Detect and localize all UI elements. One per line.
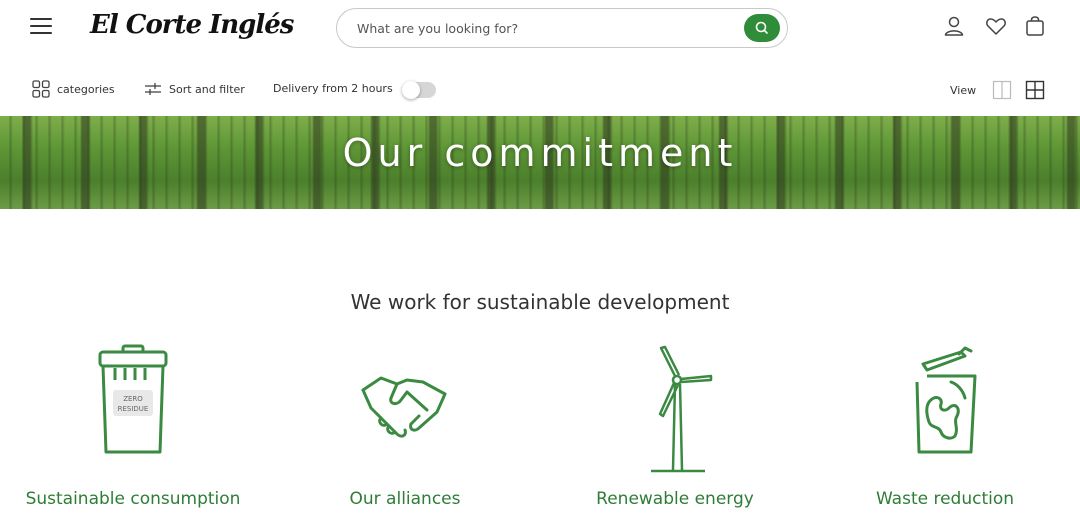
search-bar <box>336 8 788 48</box>
commitment-banner: Our commitment <box>0 116 1080 209</box>
categories-grid-icon <box>32 80 50 98</box>
feature-label: Our alliances <box>349 489 461 509</box>
sort-filter-label: Sort and filter <box>169 82 245 96</box>
view-single-column-button[interactable] <box>992 80 1012 100</box>
feature-label: Renewable energy <box>596 489 754 509</box>
banner-title: Our commitment <box>342 131 738 175</box>
sliders-icon <box>145 83 161 95</box>
feature-waste-reduction[interactable]: Waste reduction <box>830 342 1060 508</box>
view-label: View <box>950 84 977 97</box>
waste-bin-globe-icon <box>915 346 977 454</box>
feature-renewable-energy[interactable]: Renewable energy <box>560 342 790 508</box>
feature-label: Sustainable consumption <box>25 489 241 509</box>
section-title: We work for sustainable development <box>350 290 730 314</box>
bin-label-residue: RESIDUE <box>118 405 149 413</box>
wind-turbine-icon <box>651 345 713 473</box>
wishlist-heart-icon[interactable] <box>984 14 1008 38</box>
product-toolbar: categories Sort and filter Delivery from… <box>0 70 1080 110</box>
user-account-icon[interactable] <box>942 14 966 38</box>
delivery-toggle[interactable] <box>402 81 436 99</box>
categories-label: categories <box>57 82 115 96</box>
site-header: El Corte Inglés <box>0 0 1080 60</box>
hamburger-menu-icon[interactable] <box>30 18 52 38</box>
delivery-label: Delivery from 2 hours <box>273 82 393 95</box>
search-button[interactable] <box>744 14 780 42</box>
recycle-bin-icon: ZERO RESIDUE <box>98 344 168 454</box>
categories-button[interactable]: categories <box>32 80 115 98</box>
delivery-filter: Delivery from 2 hours <box>273 82 393 95</box>
single-column-icon <box>992 80 1012 100</box>
feature-sustainable-consumption[interactable]: ZERO RESIDUE Sustainable consumption <box>18 342 248 508</box>
search-icon <box>755 21 768 34</box>
feature-our-alliances[interactable]: Our alliances <box>290 342 520 508</box>
shopping-bag-icon[interactable] <box>1023 14 1047 38</box>
search-input[interactable] <box>357 18 737 38</box>
view-grid-button[interactable] <box>1025 80 1045 100</box>
sort-filter-button[interactable]: Sort and filter <box>144 80 245 98</box>
feature-label: Waste reduction <box>875 489 1015 509</box>
bin-label-zero: ZERO <box>123 395 143 403</box>
grid-view-icon <box>1025 80 1045 100</box>
site-logo[interactable]: El Corte Inglés <box>90 10 294 40</box>
handshake-icon <box>361 376 447 438</box>
